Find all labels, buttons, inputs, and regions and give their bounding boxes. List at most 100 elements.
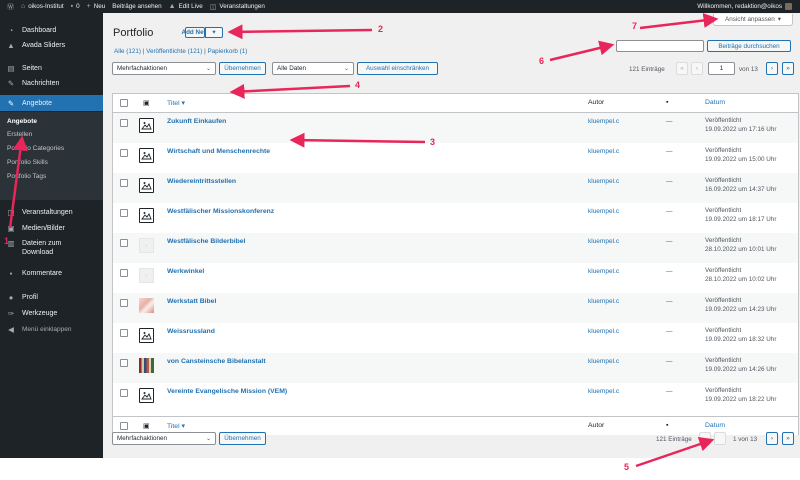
- row-checkbox[interactable]: [120, 179, 128, 187]
- last-page-button-bottom[interactable]: »: [782, 432, 794, 445]
- filter-all[interactable]: Alle (121): [114, 48, 141, 55]
- row-checkbox[interactable]: [120, 329, 128, 337]
- row-title-link[interactable]: Wirtschaft und Menschenrechte: [167, 148, 270, 155]
- submenu-portfolio-categories[interactable]: Portfolio Categories: [7, 145, 64, 152]
- wp-logo-menu[interactable]: Ⓦ: [7, 2, 14, 12]
- menu-werkzeuge[interactable]: ✑ Werkzeuge: [0, 309, 103, 318]
- row-title-link[interactable]: Werkwinkel: [167, 268, 204, 275]
- row-comments: —: [666, 178, 673, 185]
- next-page-button[interactable]: ›: [766, 62, 778, 75]
- table-row: Westfälische Bilderbibel kluempel.c — Veröf…: [113, 233, 798, 263]
- menu-profil[interactable]: ● Profil: [0, 293, 103, 302]
- thumbnail[interactable]: [139, 238, 154, 253]
- image-placeholder-icon[interactable]: [139, 148, 154, 163]
- row-title-link[interactable]: von Cansteinsche Bibelanstalt: [167, 358, 266, 365]
- image-placeholder-icon[interactable]: [139, 328, 154, 343]
- submenu-angebote[interactable]: Angebote: [7, 118, 37, 125]
- row-checkbox[interactable]: [120, 209, 128, 217]
- menu-angebote[interactable]: ✎ Angebote: [0, 95, 103, 111]
- edit-live-link[interactable]: ▲ Edit Live: [169, 3, 203, 10]
- thumbnail[interactable]: [139, 358, 154, 373]
- select-all-checkbox-bottom[interactable]: [120, 422, 128, 430]
- row-title-link[interactable]: Vereinte Evangelische Mission (VEM): [167, 388, 287, 395]
- thumbnail[interactable]: [139, 268, 154, 283]
- apply-button[interactable]: Übernehmen: [219, 62, 266, 75]
- next-page-button-bottom[interactable]: ›: [766, 432, 778, 445]
- avada-icon: ▲: [168, 3, 176, 10]
- menu-collapse[interactable]: ◀ Menü einklappen: [0, 325, 103, 334]
- image-placeholder-icon[interactable]: [139, 208, 154, 223]
- menu-nachrichten[interactable]: ✎ Nachrichten: [0, 79, 103, 88]
- menu-medien[interactable]: ▣ Medien/Bilder: [0, 224, 103, 233]
- column-title-sort-bottom[interactable]: Titel ▾: [167, 422, 185, 430]
- bulk-actions-select[interactable]: Mehrfachaktionen ⌄: [112, 62, 216, 75]
- row-author-link[interactable]: kluempel.c: [588, 388, 619, 395]
- column-title-sort[interactable]: Titel ▾: [167, 99, 185, 107]
- filter-published[interactable]: Veröffentlichte (121): [146, 48, 202, 55]
- new-content-link[interactable]: + Neu: [87, 3, 106, 10]
- view-posts-link[interactable]: Beiträge ansehen: [112, 3, 161, 10]
- comments-column-icon: ▪: [666, 422, 669, 429]
- add-new-button[interactable]: Add New: [182, 27, 208, 38]
- first-page-button-bottom[interactable]: [699, 432, 711, 445]
- row-title-link[interactable]: Wiedereintrittsstellen: [167, 178, 236, 185]
- menu-dateien[interactable]: ▥ Dateien zum Download: [0, 239, 103, 257]
- search-button[interactable]: Beiträge durchsuchen: [707, 40, 791, 52]
- row-author-link[interactable]: kluempel.c: [588, 178, 619, 185]
- last-page-button[interactable]: »: [782, 62, 794, 75]
- row-author-link[interactable]: kluempel.c: [588, 298, 619, 305]
- submenu-erstellen[interactable]: Erstellen: [7, 131, 32, 138]
- menu-veranstaltungen[interactable]: ◫ Veranstaltungen: [0, 208, 103, 217]
- row-checkbox[interactable]: [120, 389, 128, 397]
- filter-trash[interactable]: Papierkorb (1): [207, 48, 247, 55]
- row-title-link[interactable]: Zukunft Einkaufen: [167, 118, 226, 125]
- prev-page-button[interactable]: ‹: [691, 62, 703, 75]
- row-title-link[interactable]: Werkstatt Bibel: [167, 298, 216, 305]
- column-date-sort[interactable]: Datum: [705, 99, 725, 106]
- row-author-link[interactable]: kluempel.c: [588, 358, 619, 365]
- row-author-link[interactable]: kluempel.c: [588, 208, 619, 215]
- row-title-link[interactable]: Weissrussland: [167, 328, 215, 335]
- comments-link[interactable]: ▪ 0: [71, 3, 80, 10]
- apply-button-bottom[interactable]: Übernehmen: [219, 432, 266, 445]
- row-checkbox[interactable]: [120, 269, 128, 277]
- row-author-link[interactable]: kluempel.c: [588, 268, 619, 275]
- prev-page-button-bottom[interactable]: [714, 432, 726, 445]
- image-placeholder-icon[interactable]: [139, 178, 154, 193]
- account-menu[interactable]: Willkommen, redaktion@oikos: [697, 0, 792, 13]
- column-date-sort-bottom[interactable]: Datum: [705, 422, 725, 429]
- row-author-link[interactable]: kluempel.c: [588, 148, 619, 155]
- first-page-button[interactable]: «: [676, 62, 688, 75]
- row-checkbox[interactable]: [120, 119, 128, 127]
- site-name-link[interactable]: ⌂ oikos-Institut: [21, 3, 64, 10]
- menu-avada-sliders[interactable]: ▲ Avada Sliders: [0, 41, 103, 50]
- row-checkbox[interactable]: [120, 149, 128, 157]
- admin-bar: Ⓦ ⌂ oikos-Institut ▪ 0 + Neu Beiträge anseh…: [0, 0, 800, 13]
- menu-dashboard[interactable]: ◔ Dashboard: [0, 26, 103, 35]
- bulk-actions-select-bottom[interactable]: Mehrfachaktionen ⌄: [112, 432, 216, 445]
- submenu-portfolio-skills[interactable]: Portfolio Skills: [7, 159, 48, 166]
- add-new-dropdown[interactable]: ▾: [205, 27, 223, 38]
- select-all-checkbox[interactable]: [120, 99, 128, 107]
- filter-button[interactable]: Auswahl einschränken: [357, 62, 438, 75]
- screen-options-button[interactable]: Ansicht anpassen ▾: [713, 14, 793, 26]
- row-checkbox[interactable]: [120, 359, 128, 367]
- menu-kommentare[interactable]: ▪ Kommentare: [0, 269, 103, 278]
- submenu-portfolio-tags[interactable]: Portfolio Tags: [7, 173, 46, 180]
- search-input[interactable]: [616, 40, 704, 52]
- image-placeholder-icon[interactable]: [139, 388, 154, 403]
- date-filter-select[interactable]: Alle Daten ⌄: [272, 62, 354, 75]
- row-author-link[interactable]: kluempel.c: [588, 238, 619, 245]
- row-author-link[interactable]: kluempel.c: [588, 328, 619, 335]
- menu-seiten[interactable]: ▤ Seiten: [0, 64, 103, 73]
- image-placeholder-icon[interactable]: [139, 118, 154, 133]
- thumbnail[interactable]: [139, 298, 154, 313]
- home-icon: ⌂: [21, 3, 26, 10]
- row-title-link[interactable]: Westfälische Bilderbibel: [167, 238, 245, 245]
- current-page-input[interactable]: 1: [708, 62, 735, 75]
- row-title-link[interactable]: Westfälischer Missionskonferenz: [167, 208, 274, 215]
- row-checkbox[interactable]: [120, 299, 128, 307]
- events-link[interactable]: ◫ Veranstaltungen: [210, 3, 265, 11]
- row-author-link[interactable]: kluempel.c: [588, 118, 619, 125]
- row-checkbox[interactable]: [120, 239, 128, 247]
